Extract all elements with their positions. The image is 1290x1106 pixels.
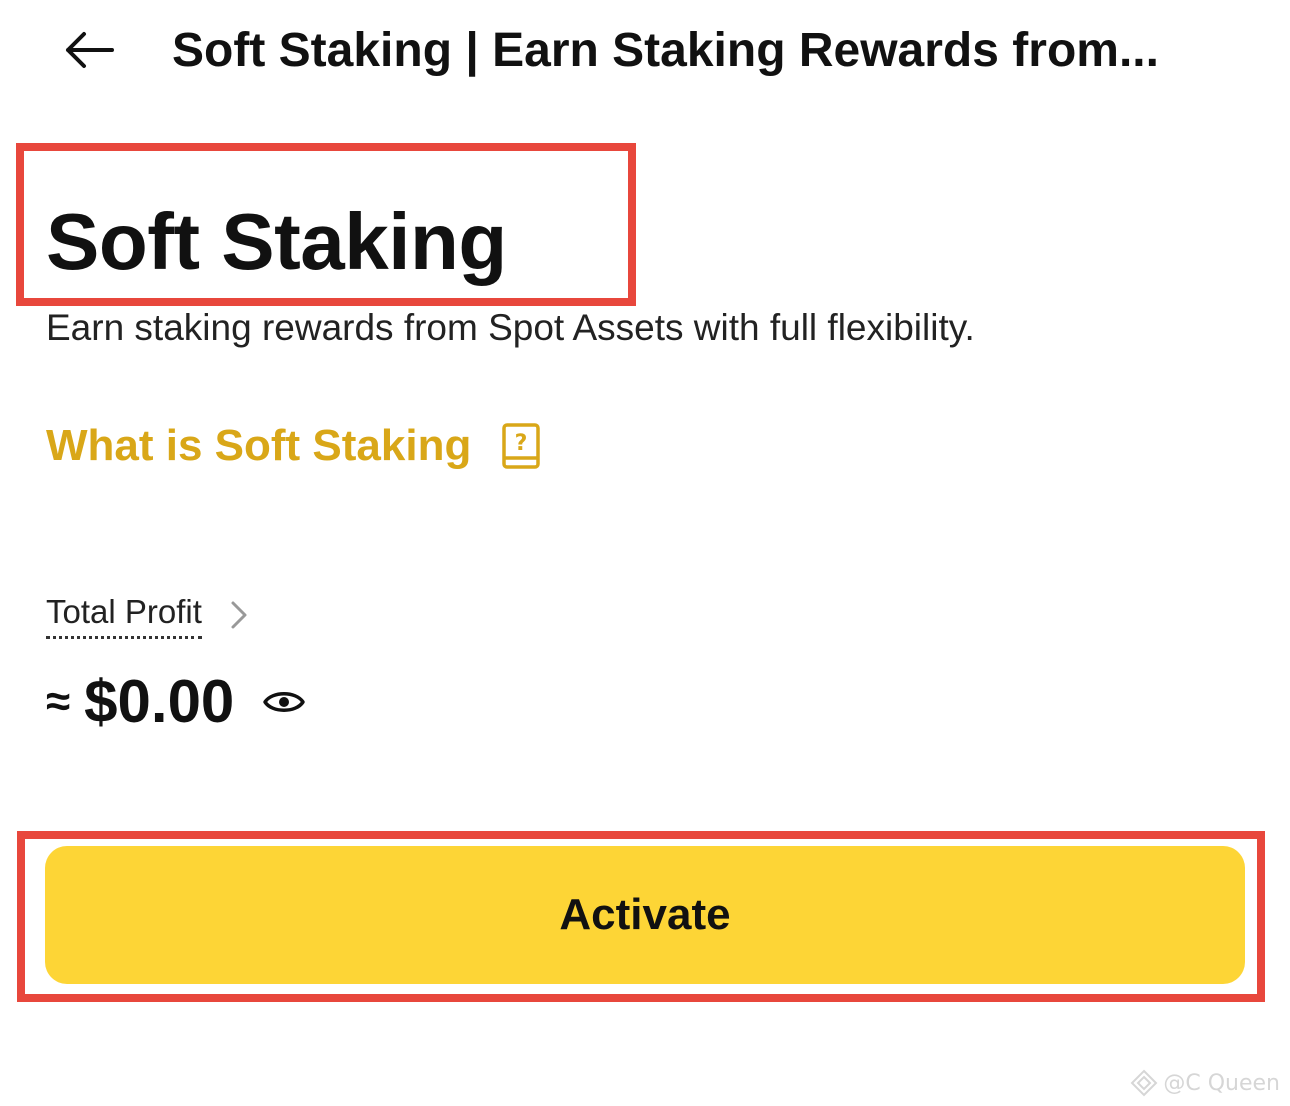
page-subtitle: Earn staking rewards from Spot Assets wi… <box>46 307 975 348</box>
what-is-soft-staking-link[interactable]: What is Soft Staking ? <box>46 418 541 474</box>
highlight-box-title <box>16 143 636 306</box>
watermark-text: @C Queen <box>1163 1070 1280 1096</box>
eye-icon[interactable] <box>262 687 306 717</box>
total-profit-label: Total Profit <box>46 590 202 639</box>
top-bar: Soft Staking | Earn Staking Rewards from… <box>0 0 1290 104</box>
total-profit-value-row: ≈ $0.00 <box>46 670 306 734</box>
watermark-logo-icon <box>1130 1069 1158 1097</box>
back-button[interactable] <box>56 20 122 80</box>
arrow-left-icon <box>66 32 114 68</box>
total-profit-value: $0.00 <box>84 668 235 735</box>
svg-text:?: ? <box>515 431 528 456</box>
total-profit-row[interactable]: Total Profit <box>46 590 250 639</box>
approx-symbol: ≈ <box>46 677 71 726</box>
header-title: Soft Staking | Earn Staking Rewards from… <box>172 24 1159 77</box>
watermark: @C Queen <box>1129 1068 1280 1098</box>
help-book-icon: ? <box>502 423 541 469</box>
what-is-link-label: What is Soft Staking <box>46 421 472 470</box>
highlight-box-activate <box>17 831 1265 1002</box>
chevron-right-icon <box>231 601 247 628</box>
